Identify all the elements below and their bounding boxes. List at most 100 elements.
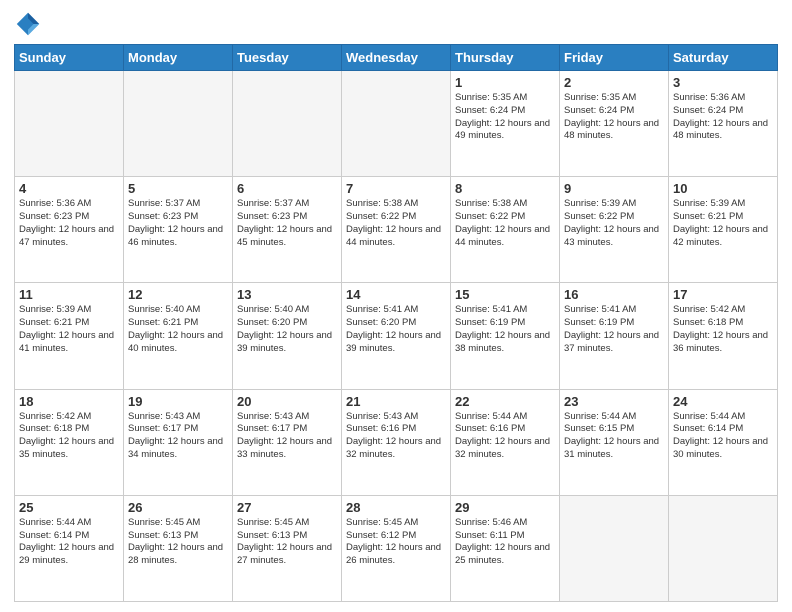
day-number: 23 xyxy=(564,394,664,409)
calendar-cell xyxy=(124,71,233,177)
day-number: 9 xyxy=(564,181,664,196)
day-info: Sunrise: 5:40 AM Sunset: 6:21 PM Dayligh… xyxy=(128,304,228,355)
calendar-cell: 6 Sunrise: 5:37 AM Sunset: 6:23 PM Daylig… xyxy=(233,177,342,283)
day-number: 2 xyxy=(564,75,664,90)
day-info: Sunrise: 5:42 AM Sunset: 6:18 PM Dayligh… xyxy=(673,304,773,355)
day-number: 24 xyxy=(673,394,773,409)
day-number: 28 xyxy=(346,500,446,515)
calendar-cell: 17Sunrise: 5:42 AM Sunset: 6:18 PM Dayli… xyxy=(669,283,778,389)
calendar-cell: 25Sunrise: 5:44 AM Sunset: 6:14 PM Dayli… xyxy=(15,495,124,601)
day-number: 8 xyxy=(455,181,555,196)
calendar-cell: 22 Sunrise: 5:44 AM Sunset: 6:16 PM Dayli… xyxy=(451,389,560,495)
calendar-cell: 24Sunrise: 5:44 AM Sunset: 6:14 PM Dayli… xyxy=(669,389,778,495)
day-header-tuesday: Tuesday xyxy=(233,45,342,71)
day-number: 21 xyxy=(346,394,446,409)
logo xyxy=(14,10,46,38)
day-number: 16 xyxy=(564,287,664,302)
calendar-cell: 26 Sunrise: 5:45 AM Sunset: 6:13 PM Dayli… xyxy=(124,495,233,601)
calendar-week-3: 11 Sunrise: 5:39 AM Sunset: 6:21 PM Dayli… xyxy=(15,283,778,389)
day-number: 20 xyxy=(237,394,337,409)
calendar-cell: 3 Sunrise: 5:36 AM Sunset: 6:24 PM Daylig… xyxy=(669,71,778,177)
day-info: Sunrise: 5:36 AM Sunset: 6:24 PM Dayligh… xyxy=(673,92,773,143)
calendar-week-2: 4 Sunrise: 5:36 AM Sunset: 6:23 PM Daylig… xyxy=(15,177,778,283)
day-header-friday: Friday xyxy=(560,45,669,71)
day-info: Sunrise: 5:35 AM Sunset: 6:24 PM Dayligh… xyxy=(455,92,555,143)
day-info: Sunrise: 5:45 AM Sunset: 6:13 PM Dayligh… xyxy=(128,517,228,568)
calendar-table: SundayMondayTuesdayWednesdayThursdayFrid… xyxy=(14,44,778,602)
day-number: 27 xyxy=(237,500,337,515)
calendar-week-4: 18 Sunrise: 5:42 AM Sunset: 6:18 PM Dayli… xyxy=(15,389,778,495)
day-number: 22 xyxy=(455,394,555,409)
day-info: Sunrise: 5:44 AM Sunset: 6:16 PM Dayligh… xyxy=(455,411,555,462)
calendar-cell: 10 Sunrise: 5:39 AM Sunset: 6:21 PM Dayli… xyxy=(669,177,778,283)
calendar-cell: 23 Sunrise: 5:44 AM Sunset: 6:15 PM Dayli… xyxy=(560,389,669,495)
calendar-cell: 11 Sunrise: 5:39 AM Sunset: 6:21 PM Dayli… xyxy=(15,283,124,389)
calendar-week-1: 1 Sunrise: 5:35 AM Sunset: 6:24 PM Daylig… xyxy=(15,71,778,177)
day-number: 12 xyxy=(128,287,228,302)
calendar-cell: 18 Sunrise: 5:42 AM Sunset: 6:18 PM Dayli… xyxy=(15,389,124,495)
calendar-cell: 21 Sunrise: 5:43 AM Sunset: 6:16 PM Dayli… xyxy=(342,389,451,495)
day-info: Sunrise: 5:41 AM Sunset: 6:19 PM Dayligh… xyxy=(564,304,664,355)
day-info: Sunrise: 5:39 AM Sunset: 6:21 PM Dayligh… xyxy=(673,198,773,249)
day-number: 10 xyxy=(673,181,773,196)
day-info: Sunrise: 5:45 AM Sunset: 6:13 PM Dayligh… xyxy=(237,517,337,568)
day-info: Sunrise: 5:40 AM Sunset: 6:20 PM Dayligh… xyxy=(237,304,337,355)
calendar-cell xyxy=(669,495,778,601)
calendar-cell xyxy=(342,71,451,177)
day-header-monday: Monday xyxy=(124,45,233,71)
logo-icon xyxy=(14,10,42,38)
calendar-cell: 15 Sunrise: 5:41 AM Sunset: 6:19 PM Dayli… xyxy=(451,283,560,389)
day-info: Sunrise: 5:43 AM Sunset: 6:17 PM Dayligh… xyxy=(237,411,337,462)
day-number: 29 xyxy=(455,500,555,515)
calendar-cell: 19Sunrise: 5:43 AM Sunset: 6:17 PM Dayli… xyxy=(124,389,233,495)
day-info: Sunrise: 5:37 AM Sunset: 6:23 PM Dayligh… xyxy=(237,198,337,249)
day-number: 4 xyxy=(19,181,119,196)
day-header-wednesday: Wednesday xyxy=(342,45,451,71)
day-number: 15 xyxy=(455,287,555,302)
calendar-cell xyxy=(560,495,669,601)
day-header-thursday: Thursday xyxy=(451,45,560,71)
calendar-cell: 16 Sunrise: 5:41 AM Sunset: 6:19 PM Dayli… xyxy=(560,283,669,389)
day-info: Sunrise: 5:43 AM Sunset: 6:16 PM Dayligh… xyxy=(346,411,446,462)
calendar-cell: 7 Sunrise: 5:38 AM Sunset: 6:22 PM Daylig… xyxy=(342,177,451,283)
calendar-cell: 2 Sunrise: 5:35 AM Sunset: 6:24 PM Daylig… xyxy=(560,71,669,177)
day-number: 7 xyxy=(346,181,446,196)
day-info: Sunrise: 5:41 AM Sunset: 6:19 PM Dayligh… xyxy=(455,304,555,355)
day-info: Sunrise: 5:36 AM Sunset: 6:23 PM Dayligh… xyxy=(19,198,119,249)
calendar-cell: 5 Sunrise: 5:37 AM Sunset: 6:23 PM Daylig… xyxy=(124,177,233,283)
calendar-cell: 1 Sunrise: 5:35 AM Sunset: 6:24 PM Daylig… xyxy=(451,71,560,177)
calendar-cell: 12 Sunrise: 5:40 AM Sunset: 6:21 PM Dayli… xyxy=(124,283,233,389)
day-info: Sunrise: 5:45 AM Sunset: 6:12 PM Dayligh… xyxy=(346,517,446,568)
day-number: 5 xyxy=(128,181,228,196)
page: SundayMondayTuesdayWednesdayThursdayFrid… xyxy=(0,0,792,612)
calendar-cell: 27 Sunrise: 5:45 AM Sunset: 6:13 PM Dayli… xyxy=(233,495,342,601)
day-number: 26 xyxy=(128,500,228,515)
day-info: Sunrise: 5:38 AM Sunset: 6:22 PM Dayligh… xyxy=(346,198,446,249)
day-header-sunday: Sunday xyxy=(15,45,124,71)
day-number: 6 xyxy=(237,181,337,196)
day-info: Sunrise: 5:41 AM Sunset: 6:20 PM Dayligh… xyxy=(346,304,446,355)
day-number: 19 xyxy=(128,394,228,409)
calendar-cell: 4 Sunrise: 5:36 AM Sunset: 6:23 PM Daylig… xyxy=(15,177,124,283)
calendar-cell: 29 Sunrise: 5:46 AM Sunset: 6:11 PM Dayli… xyxy=(451,495,560,601)
day-info: Sunrise: 5:46 AM Sunset: 6:11 PM Dayligh… xyxy=(455,517,555,568)
calendar-cell: 14 Sunrise: 5:41 AM Sunset: 6:20 PM Dayli… xyxy=(342,283,451,389)
day-info: Sunrise: 5:38 AM Sunset: 6:22 PM Dayligh… xyxy=(455,198,555,249)
calendar-cell xyxy=(233,71,342,177)
day-number: 11 xyxy=(19,287,119,302)
day-number: 3 xyxy=(673,75,773,90)
calendar-cell xyxy=(15,71,124,177)
day-number: 14 xyxy=(346,287,446,302)
day-info: Sunrise: 5:44 AM Sunset: 6:15 PM Dayligh… xyxy=(564,411,664,462)
header xyxy=(14,10,778,38)
day-header-saturday: Saturday xyxy=(669,45,778,71)
day-info: Sunrise: 5:42 AM Sunset: 6:18 PM Dayligh… xyxy=(19,411,119,462)
calendar-header-row: SundayMondayTuesdayWednesdayThursdayFrid… xyxy=(15,45,778,71)
day-number: 18 xyxy=(19,394,119,409)
calendar-cell: 13Sunrise: 5:40 AM Sunset: 6:20 PM Dayli… xyxy=(233,283,342,389)
day-info: Sunrise: 5:39 AM Sunset: 6:21 PM Dayligh… xyxy=(19,304,119,355)
calendar-cell: 9Sunrise: 5:39 AM Sunset: 6:22 PM Daylig… xyxy=(560,177,669,283)
day-info: Sunrise: 5:37 AM Sunset: 6:23 PM Dayligh… xyxy=(128,198,228,249)
day-number: 1 xyxy=(455,75,555,90)
day-info: Sunrise: 5:35 AM Sunset: 6:24 PM Dayligh… xyxy=(564,92,664,143)
